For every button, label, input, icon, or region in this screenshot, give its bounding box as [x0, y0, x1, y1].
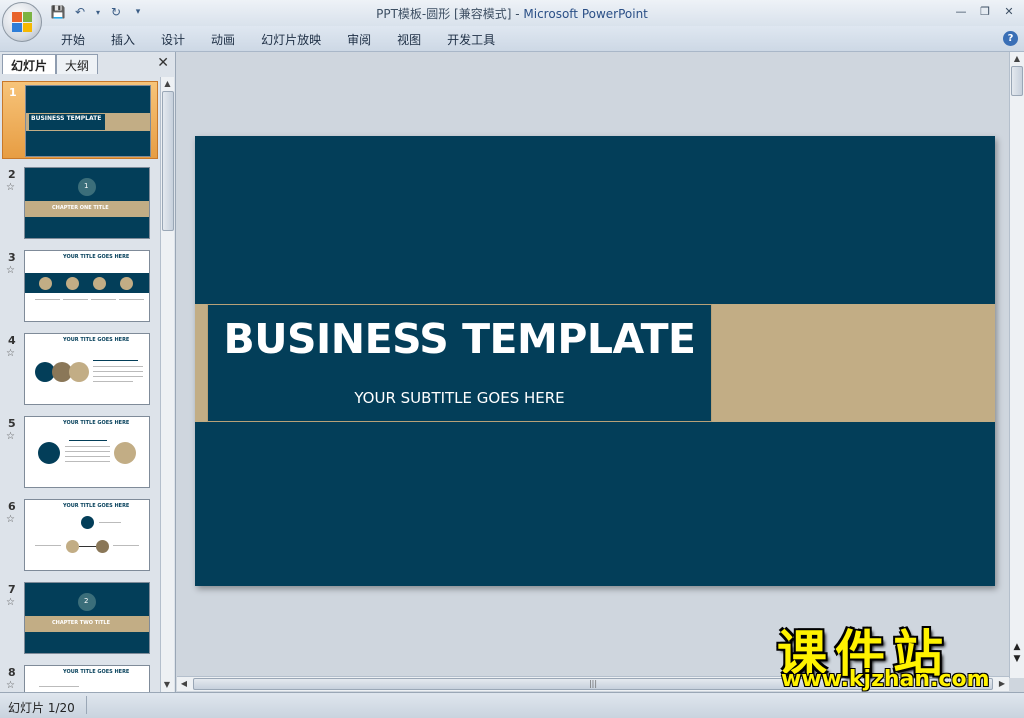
slide-preview: BUSINESS TEMPLATE [25, 85, 151, 157]
tab-developer[interactable]: 开发工具 [434, 31, 508, 48]
title-box[interactable]: BUSINESS TEMPLATE YOUR SUBTITLE GOES HER… [207, 304, 712, 422]
scroll-up-icon[interactable]: ▲ [1010, 52, 1024, 66]
close-pane-icon[interactable]: ✕ [157, 55, 169, 71]
slide-number: 1 [9, 86, 17, 99]
chapter-badge: 2 [84, 597, 89, 605]
scrollbar-thumb[interactable] [1011, 66, 1023, 96]
window-controls: — ❐ ✕ [950, 2, 1020, 20]
office-button[interactable] [2, 2, 42, 42]
status-bar: 幻灯片 1/20 [0, 692, 1024, 718]
tab-outline[interactable]: 大纲 [56, 54, 99, 74]
editor-vertical-scrollbar[interactable]: ▲ ▲ ▼ [1009, 52, 1024, 678]
scroll-up-icon[interactable]: ▲ [161, 77, 174, 91]
slide-preview: 2 CHAPTER TWO TITLE [24, 582, 150, 654]
tab-slides[interactable]: 幻灯片 [2, 54, 57, 74]
transition-icon: ☆ [6, 431, 15, 442]
next-slide-icon[interactable]: ▼ [1011, 654, 1023, 664]
slide-thumbnail[interactable]: 2 ☆ 1 CHAPTER ONE TITLE [2, 164, 158, 242]
thumbnail-title: YOUR TITLE GOES HERE [63, 503, 130, 509]
title-bar: 💾 ↶ ▾ ↻ ▾ PPT模板-圆形 [兼容模式] - Microsoft Po… [0, 0, 1024, 26]
app-name: Microsoft PowerPoint [523, 7, 648, 21]
slide-preview: YOUR TITLE GOES HERE [24, 665, 150, 692]
slide-thumbnail[interactable]: 7 ☆ 2 CHAPTER TWO TITLE [2, 579, 158, 657]
restore-icon[interactable]: ❐ [974, 2, 996, 20]
scroll-down-icon[interactable]: ▼ [161, 678, 173, 692]
slides-pane-scrollbar[interactable]: ▲ ▼ [160, 77, 174, 692]
tab-view[interactable]: 视图 [384, 31, 434, 48]
slide-thumbnail[interactable]: 6 ☆ YOUR TITLE GOES HERE [2, 496, 158, 574]
title-separator: - [511, 7, 524, 21]
ribbon-tab-bar: 开始 插入 设计 动画 幻灯片放映 审阅 视图 开发工具 ? [0, 26, 1024, 52]
thumbnail-title: BUSINESS TEMPLATE [31, 115, 102, 122]
chapter-badge: 1 [84, 182, 89, 190]
slide-preview: YOUR TITLE GOES HERE [24, 333, 150, 405]
current-slide[interactable]: BUSINESS TEMPLATE YOUR SUBTITLE GOES HER… [195, 136, 995, 586]
scroll-right-icon[interactable]: ▶ [995, 677, 1009, 691]
slide-number: 8 [8, 666, 16, 679]
watermark-url: www.kjzhan.com [781, 667, 990, 692]
tab-insert[interactable]: 插入 [98, 31, 148, 48]
tab-slide-show[interactable]: 幻灯片放映 [248, 31, 334, 48]
tab-review[interactable]: 审阅 [334, 31, 384, 48]
slide-thumbnail[interactable]: 4 ☆ YOUR TITLE GOES HERE [2, 330, 158, 408]
scrollbar-thumb[interactable] [162, 91, 174, 231]
transition-icon: ☆ [6, 348, 15, 359]
tab-design[interactable]: 设计 [148, 31, 198, 48]
slide-preview: YOUR TITLE GOES HERE [24, 416, 150, 488]
tab-home[interactable]: 开始 [48, 31, 98, 48]
slides-pane: 幻灯片 大纲 ✕ 1 BUSINESS TEMPLATE 2 ☆ 1 CHAPT… [0, 52, 176, 692]
tab-animations[interactable]: 动画 [198, 31, 248, 48]
close-icon[interactable]: ✕ [998, 2, 1020, 20]
window-title: PPT模板-圆形 [兼容模式] - Microsoft PowerPoint [0, 5, 1024, 22]
slide-editor: BUSINESS TEMPLATE YOUR SUBTITLE GOES HER… [177, 52, 1024, 692]
slide-thumbnail-list: 1 BUSINESS TEMPLATE 2 ☆ 1 CHAPTER ONE TI… [0, 77, 160, 692]
slide-counter: 幻灯片 1/20 [8, 701, 75, 715]
slide-number: 2 [8, 168, 16, 181]
slide-thumbnail[interactable]: 8 ☆ YOUR TITLE GOES HERE [2, 662, 158, 692]
thumbnail-title: YOUR TITLE GOES HERE [63, 669, 130, 675]
transition-icon: ☆ [6, 514, 15, 525]
thumbnail-title: CHAPTER ONE TITLE [52, 205, 109, 211]
thumbnail-title: YOUR TITLE GOES HERE [63, 254, 130, 260]
minimize-icon[interactable]: — [950, 2, 972, 20]
office-logo-icon [12, 12, 32, 32]
slide-preview: 1 CHAPTER ONE TITLE [24, 167, 150, 239]
previous-slide-icon[interactable]: ▲ [1011, 642, 1023, 652]
slide-subtitle[interactable]: YOUR SUBTITLE GOES HERE [208, 389, 711, 407]
thumbnail-title: CHAPTER TWO TITLE [52, 620, 111, 626]
slide-preview: YOUR TITLE GOES HERE [24, 250, 150, 322]
slide-thumbnail[interactable]: 1 BUSINESS TEMPLATE [2, 81, 158, 159]
help-icon[interactable]: ? [1003, 31, 1018, 46]
slide-number: 5 [8, 417, 16, 430]
slide-number: 4 [8, 334, 16, 347]
slide-thumbnail[interactable]: 3 ☆ YOUR TITLE GOES HERE [2, 247, 158, 325]
slide-thumbnail[interactable]: 5 ☆ YOUR TITLE GOES HERE [2, 413, 158, 491]
scroll-left-icon[interactable]: ◀ [177, 677, 191, 691]
transition-icon: ☆ [6, 265, 15, 276]
slide-number: 7 [8, 583, 16, 596]
thumbnail-title: YOUR TITLE GOES HERE [63, 337, 130, 343]
transition-icon: ☆ [6, 597, 15, 608]
slide-title[interactable]: BUSINESS TEMPLATE [208, 315, 711, 363]
document-name: PPT模板-圆形 [兼容模式] [376, 7, 512, 21]
slide-number: 3 [8, 251, 16, 264]
thumbnail-title: YOUR TITLE GOES HERE [63, 420, 130, 426]
status-divider [86, 696, 87, 714]
transition-icon: ☆ [6, 680, 15, 691]
transition-icon: ☆ [6, 182, 15, 193]
slide-preview: YOUR TITLE GOES HERE [24, 499, 150, 571]
slide-number: 6 [8, 500, 16, 513]
